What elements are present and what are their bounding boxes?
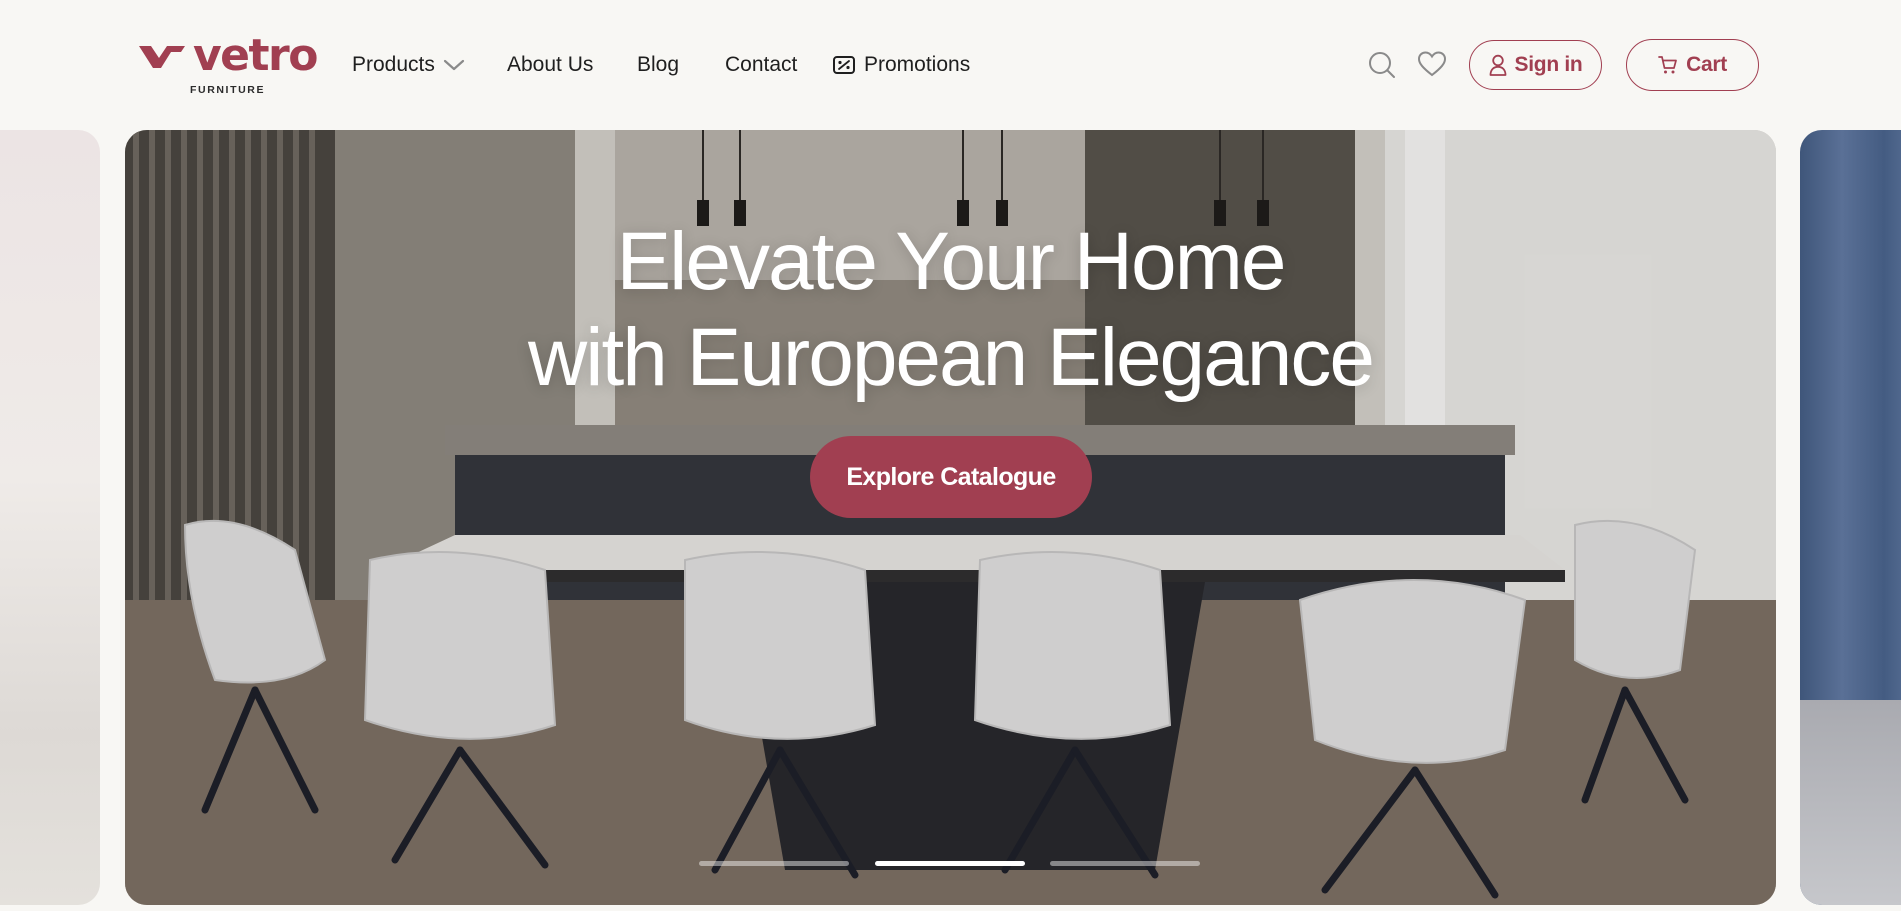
sign-in-button[interactable]: Sign in: [1469, 40, 1602, 90]
explore-catalogue-button[interactable]: Explore Catalogue: [810, 436, 1092, 518]
hero-heading: Elevate Your Home with European Elegance: [125, 214, 1776, 406]
chevron-down-icon: [443, 58, 465, 72]
hero-heading-line-2: with European Elegance: [528, 312, 1375, 403]
cart-label: Cart: [1686, 53, 1727, 76]
nav-promotions-label: Promotions: [864, 53, 971, 76]
carousel-slide-next[interactable]: [1800, 130, 1901, 905]
user-icon: [1489, 54, 1506, 76]
hero-heading-line-1: Elevate Your Home: [616, 216, 1286, 307]
search-button[interactable]: [1368, 51, 1396, 79]
site-header: vetro FURNITURE Products About Us Blog C…: [0, 0, 1901, 130]
nav-products[interactable]: Products: [352, 52, 465, 78]
ticket-icon: [832, 54, 856, 76]
carousel-indicators: [125, 861, 1776, 867]
carousel-dot-3[interactable]: [1050, 861, 1200, 866]
nav-about-us[interactable]: About Us: [507, 52, 593, 78]
cart-button[interactable]: Cart: [1626, 39, 1759, 91]
cart-icon: [1658, 56, 1677, 74]
brand-logo[interactable]: vetro FURNITURE: [139, 30, 318, 98]
hero-carousel: Elevate Your Home with European Elegance…: [0, 130, 1901, 905]
brand-tagline: FURNITURE: [190, 84, 266, 96]
carousel-slide-previous[interactable]: [0, 130, 100, 905]
nav-products-label: Products: [352, 53, 435, 76]
carousel-slide-active: Elevate Your Home with European Elegance…: [125, 130, 1776, 905]
heart-icon: [1418, 51, 1446, 77]
brand-name: vetro: [193, 30, 318, 81]
search-icon: [1369, 52, 1395, 78]
carousel-dot-1[interactable]: [699, 861, 849, 866]
nav-contact[interactable]: Contact: [725, 52, 797, 78]
nav-promotions[interactable]: Promotions: [832, 52, 970, 78]
nav-blog[interactable]: Blog: [637, 52, 679, 78]
carousel-dot-2[interactable]: [875, 861, 1025, 866]
logo-mark-icon: [139, 46, 185, 68]
next-slide-floor: [1800, 700, 1901, 905]
sign-in-label: Sign in: [1514, 53, 1583, 76]
wishlist-button[interactable]: [1418, 51, 1446, 77]
